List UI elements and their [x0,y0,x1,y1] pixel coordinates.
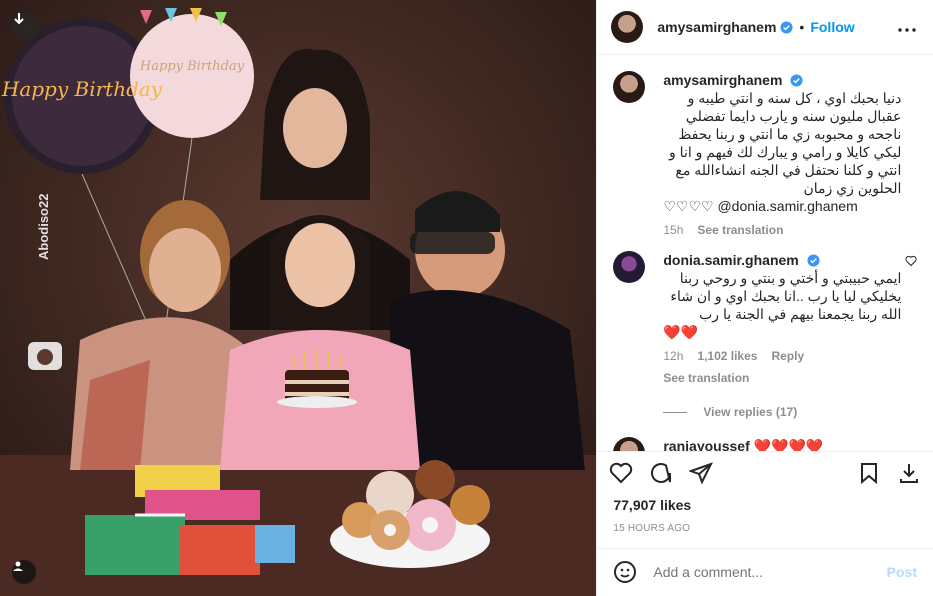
header-separator: • [799,19,805,36]
balloon-text: Happy Birthday [1,77,163,101]
comments-section[interactable]: amysamirghanem دنيا بحبك اوي ، كل سنه و … [597,55,933,452]
save-icon[interactable] [857,461,881,485]
post-image[interactable]: Happy Birthday Happy Birthday Abodiso22 [0,0,597,596]
comment-text: ❤️❤️❤️❤️ [753,438,824,452]
comment-time: 12h [663,349,684,364]
action-bar [597,451,933,493]
replies-divider [663,411,688,413]
caption-avatar[interactable] [613,71,646,104]
post-sidebar: amysamirghanem • Follow amysamirghanem د… [596,0,933,596]
verified-icon [790,74,803,87]
comment-text: ايمي حبيبتي و أختي و بنتي و روحي ربنا يخ… [670,270,902,323]
commenter-username[interactable]: donia.samir.ghanem [663,252,798,268]
commenter-avatar[interactable] [613,437,646,452]
see-translation-link[interactable]: See translation [697,223,783,237]
comment: donia.samir.ghanem ايمي حبيبتي و أختي و … [613,251,917,385]
post-comment-button[interactable]: Post [887,564,917,580]
more-icon[interactable] [897,22,917,38]
comment-input[interactable] [651,563,887,582]
comment-hearts: ❤️❤️ [663,324,699,341]
comment-likes[interactable]: 1,102 likes [697,349,757,363]
share-icon[interactable] [689,461,714,485]
add-comment-bar: Post [597,547,933,596]
view-replies-label: View replies (17) [703,405,798,420]
heart-icon[interactable] [905,255,917,267]
download-icon[interactable] [897,461,921,485]
emoji-icon[interactable] [613,560,637,584]
watermark: Abodiso22 [36,193,51,260]
caption-mention[interactable]: @donia.samir.ghanem [717,198,857,214]
verified-icon [807,254,820,267]
tagged-users-button[interactable] [12,560,36,584]
verified-icon [780,21,793,34]
follow-button[interactable]: Follow [810,19,854,35]
caption-time: 15h [663,223,684,238]
comment: ranjayoussef ❤️❤️❤️❤️ [613,437,917,452]
comment-icon[interactable] [649,461,673,485]
download-icon [14,13,24,25]
caption-text: دنيا بحبك اوي ، كل سنه و انتي طيبه و عقب… [669,90,902,197]
commenter-avatar[interactable] [613,251,646,284]
view-replies-button[interactable]: View replies (17) [663,405,917,419]
caption-hearts: ♡♡♡♡ [663,198,714,215]
birthday-photo: Happy Birthday Happy Birthday [0,0,597,596]
author-avatar[interactable] [611,11,644,44]
instagram-post: Happy Birthday Happy Birthday Abodiso22 … [0,0,933,596]
post-header: amysamirghanem • Follow [597,0,933,56]
download-button[interactable] [12,12,40,40]
see-translation-link[interactable]: See translation [663,371,749,385]
balloon-pink [130,14,254,138]
caption: amysamirghanem دنيا بحبك اوي ، كل سنه و … [613,71,917,237]
author-username[interactable]: amysamirghanem [657,19,776,35]
user-tag-icon [13,561,23,571]
post-timestamp: 15 HOURS AGO [613,522,691,534]
reply-button[interactable]: Reply [771,349,804,363]
commenter-username[interactable]: ranjayoussef [663,438,749,451]
heart-icon[interactable] [609,461,633,485]
balloon-text-2: Happy Birthday [139,59,245,74]
caption-username[interactable]: amysamirghanem [663,72,782,88]
like-count[interactable]: 77,907 likes [597,497,933,513]
